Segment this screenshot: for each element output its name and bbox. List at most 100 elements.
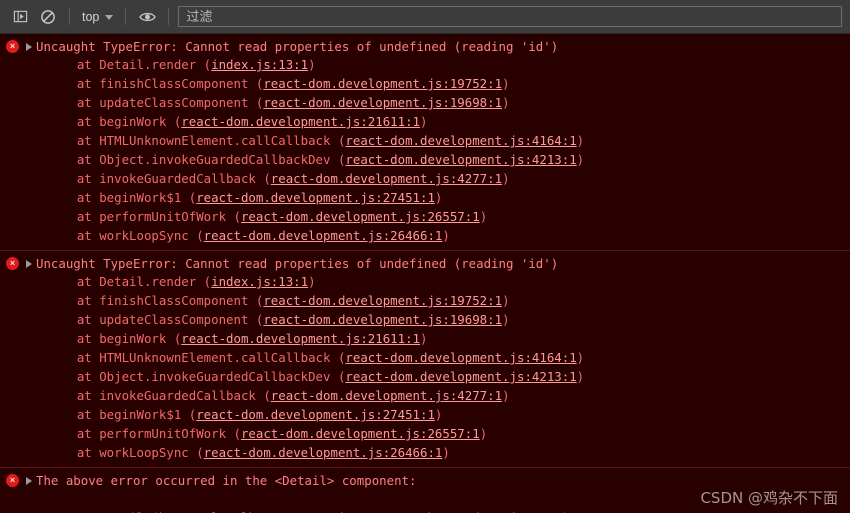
stack-frame-function: HTMLUnknownElement.callCallback [99, 350, 331, 365]
stack-frame-close-paren: ) [308, 57, 316, 72]
eye-icon[interactable] [133, 4, 161, 30]
stack-frame-function: finishClassComponent [99, 293, 249, 308]
stack-frame-source-link[interactable]: react-dom.development.js:19698:1 [263, 95, 502, 110]
stack-frame-close-paren: ) [442, 445, 450, 460]
stack-frame-function: invokeGuardedCallback [99, 171, 256, 186]
console-error-group[interactable]: × Uncaught TypeError: Cannot read propert… [0, 251, 850, 468]
console-error-message: Uncaught TypeError: Cannot read properti… [36, 39, 559, 54]
stack-frame-function: Detail.render [99, 274, 197, 289]
stack-frame-function: workLoopSync [99, 445, 189, 460]
toolbar-divider-2 [125, 8, 127, 25]
toolbar-divider-1 [69, 8, 70, 25]
stack-frame-source-link[interactable]: react-dom.development.js:21611:1 [181, 114, 420, 129]
stack-frame: at beginWork$1 (react-dom.development.js… [47, 188, 850, 207]
stack-frame-open-paren: ( [248, 312, 264, 327]
stack-frame-close-paren: ) [502, 312, 510, 327]
stack-frame-prefix: at [47, 228, 100, 243]
stack-frame-source-link[interactable]: react-dom.development.js:4213:1 [345, 369, 576, 384]
stack-frame: at updateClassComponent (react-dom.devel… [47, 310, 850, 329]
stack-frame-open-paren: ( [248, 293, 264, 308]
console-message-list[interactable]: × Uncaught TypeError: Cannot read propert… [0, 34, 850, 513]
devtools-console-window: top × Uncaught TypeError: Cannot read pro… [0, 0, 850, 513]
stack-frame-open-paren: ( [330, 350, 346, 365]
stack-frame: at invokeGuardedCallback (react-dom.deve… [47, 169, 850, 188]
clear-console-icon[interactable] [34, 4, 62, 30]
stack-frame: at finishClassComponent (react-dom.devel… [47, 74, 850, 93]
filter-input[interactable] [184, 8, 836, 25]
stack-frame-source-link[interactable]: index.js:13:1 [211, 57, 308, 72]
stack-frame-prefix: at [47, 369, 100, 384]
stack-frame-source-link[interactable]: react-dom.development.js:26466:1 [204, 228, 443, 243]
stack-frame-prefix: at [47, 407, 100, 422]
stack-frame: at workLoopSync (react-dom.development.j… [47, 443, 850, 462]
stack-frame: at Detail.render (index.js:13:1) [47, 272, 850, 291]
stack-frame: at Object.invokeGuardedCallbackDev (reac… [47, 150, 850, 169]
console-toolbar: top [0, 0, 850, 34]
disclosure-triangle-icon[interactable] [26, 477, 32, 485]
stack-frame-close-paren: ) [434, 190, 443, 205]
stack-frame-open-paren: ( [330, 133, 346, 148]
console-error-header[interactable]: × The above error occurred in the <Detail… [0, 471, 850, 489]
stack-frame-function: workLoopSync [99, 228, 189, 243]
stack-frame-function: Object.invokeGuardedCallbackDev [99, 369, 331, 384]
stack-frame-source-link[interactable]: index.js:13:1 [211, 274, 308, 289]
console-stack-trace: at Detail.render (index.js:13:1) at fini… [0, 272, 850, 462]
console-error-group[interactable]: × Uncaught TypeError: Cannot read propert… [0, 34, 850, 251]
stack-frame: at HTMLUnknownElement.callCallback (reac… [47, 348, 850, 367]
disclosure-triangle-icon[interactable] [26, 43, 32, 51]
stack-frame-source-link[interactable]: react-dom.development.js:27451:1 [196, 190, 435, 205]
stack-frame-source-link[interactable]: react-dom.development.js:21611:1 [181, 331, 420, 346]
stack-frame: at beginWork (react-dom.development.js:2… [47, 112, 850, 131]
stack-frame-function: finishClassComponent [99, 76, 249, 91]
stack-frame-source-link[interactable]: react-dom.development.js:4277:1 [271, 171, 502, 186]
stack-frame-source-link[interactable]: react-dom.development.js:19752:1 [263, 293, 502, 308]
stack-frame-close-paren: ) [576, 152, 585, 167]
filter-input-wrapper[interactable] [178, 6, 842, 27]
stack-frame-open-paren: ( [255, 388, 271, 403]
error-icon: × [6, 257, 19, 270]
execution-context-label: top [82, 9, 100, 24]
stack-frame: at updateClassComponent (react-dom.devel… [47, 93, 850, 112]
stack-frame-prefix: at [47, 152, 100, 167]
stack-frame-function: beginWork [99, 114, 167, 129]
stack-frame-source-link[interactable]: react-dom.development.js:19698:1 [263, 312, 502, 327]
stack-frame: at performUnitOfWork (react-dom.developm… [47, 424, 850, 443]
stack-frame-function: beginWork$1 [99, 190, 182, 205]
stack-frame-source-link[interactable]: react-dom.development.js:26557:1 [241, 209, 480, 224]
stack-frame-source-link[interactable]: react-dom.development.js:4164:1 [345, 350, 576, 365]
stack-frame-close-paren: ) [479, 426, 488, 441]
console-error-header[interactable]: × Uncaught TypeError: Cannot read propert… [0, 37, 850, 55]
stack-frame-open-paren: ( [196, 274, 212, 289]
stack-frame-close-paren: ) [479, 209, 488, 224]
stack-frame-prefix: at [47, 350, 100, 365]
stack-frame-close-paren: ) [502, 171, 510, 186]
stack-frame-prefix: at [47, 171, 100, 186]
stack-frame-open-paren: ( [188, 228, 204, 243]
stack-frame: at workLoopSync (react-dom.development.j… [47, 226, 850, 245]
stack-frame-open-paren: ( [196, 57, 212, 72]
stack-frame-function: Object.invokeGuardedCallbackDev [99, 152, 331, 167]
stack-frame-source-link[interactable]: react-dom.development.js:26557:1 [241, 426, 480, 441]
stack-frame-source-link[interactable]: react-dom.development.js:4164:1 [345, 133, 576, 148]
console-stack-trace: at Detail (http://localhost:3000/main.81… [0, 489, 850, 513]
disclosure-triangle-icon[interactable] [26, 260, 32, 268]
stack-frame-prefix: at [47, 209, 100, 224]
stack-frame-prefix: at [47, 445, 100, 460]
error-icon: × [6, 40, 19, 53]
stack-frame-source-link[interactable]: react-dom.development.js:19752:1 [263, 76, 502, 91]
stack-frame-function: updateClassComponent [99, 95, 249, 110]
stack-frame-open-paren: ( [248, 76, 264, 91]
stack-frame-prefix: at [47, 114, 100, 129]
stack-frame-source-link[interactable]: react-dom.development.js:4277:1 [271, 388, 502, 403]
sidebar-toggle-icon[interactable] [6, 4, 34, 30]
stack-frame-source-link[interactable]: react-dom.development.js:4213:1 [345, 152, 576, 167]
stack-frame-close-paren: ) [502, 293, 510, 308]
stack-frame-source-link[interactable]: react-dom.development.js:27451:1 [196, 407, 435, 422]
stack-frame-function: beginWork$1 [99, 407, 182, 422]
execution-context-dropdown[interactable]: top [77, 6, 118, 28]
stack-frame-close-paren: ) [502, 76, 510, 91]
stack-frame-close-paren: ) [434, 407, 443, 422]
console-error-group[interactable]: × The above error occurred in the <Detail… [0, 468, 850, 513]
console-error-header[interactable]: × Uncaught TypeError: Cannot read propert… [0, 254, 850, 272]
stack-frame-source-link[interactable]: react-dom.development.js:26466:1 [204, 445, 443, 460]
